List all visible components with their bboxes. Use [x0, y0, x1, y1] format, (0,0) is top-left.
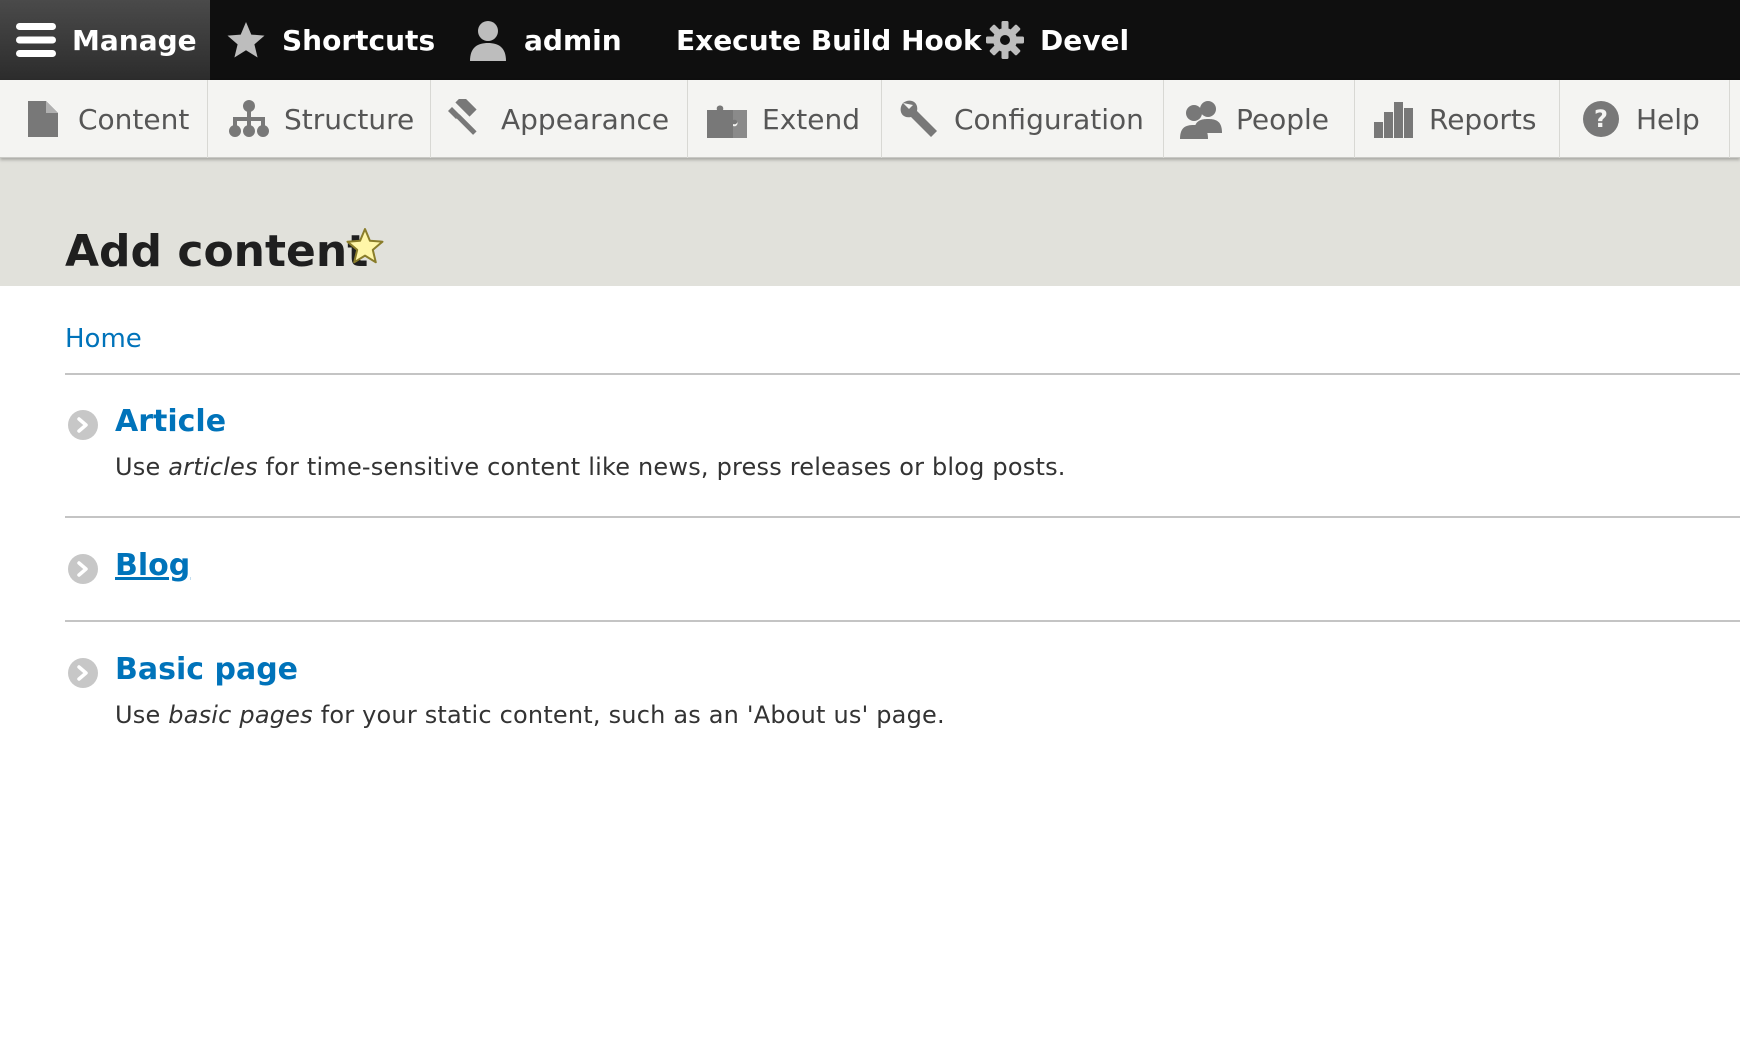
tray-item-label: Configuration — [954, 102, 1144, 136]
tray-item-structure[interactable]: Structure — [208, 80, 431, 158]
chevron-right-icon — [68, 554, 98, 584]
tray-item-configuration[interactable]: Configuration — [882, 80, 1164, 158]
content-type-description: Use articles for time-sensitive content … — [115, 453, 1066, 481]
shortcuts-label: Shortcuts — [282, 23, 436, 57]
svg-text:?: ? — [1594, 105, 1608, 133]
admin-toolbar: Manage Shortcuts admin Execute Build Hoo… — [0, 0, 1740, 80]
star-icon — [226, 20, 266, 60]
content-type-link[interactable]: Basic page — [115, 652, 298, 687]
tray-item-appearance[interactable]: Appearance — [431, 80, 688, 158]
page-header: Add content — [0, 158, 1740, 286]
manage-label: Manage — [72, 23, 197, 57]
gear-icon — [986, 21, 1024, 59]
tray-item-label: Reports — [1429, 102, 1537, 136]
hamburger-icon — [16, 23, 56, 57]
wrench-icon — [898, 98, 940, 140]
content-type-link[interactable]: Article — [115, 404, 226, 439]
breadcrumb-home-link[interactable]: Home — [65, 324, 142, 354]
chevron-right-icon — [68, 658, 98, 688]
shortcuts-button[interactable]: Shortcuts — [226, 0, 458, 80]
tray-item-people[interactable]: People — [1164, 80, 1355, 158]
build-hook-label: Execute Build Hook — [676, 23, 982, 57]
tray-item-label: Structure — [284, 102, 415, 136]
manage-button[interactable]: Manage — [0, 0, 210, 80]
bar-chart-icon — [1373, 98, 1415, 140]
devel-label: Devel — [1040, 23, 1130, 57]
tray-item-extend[interactable]: Extend — [688, 80, 882, 158]
add-to-shortcuts-star-icon[interactable] — [345, 226, 385, 266]
paint-roller-icon — [445, 98, 487, 140]
divider — [65, 373, 1740, 375]
tray-item-label: Help — [1636, 102, 1700, 136]
user-label: admin — [524, 23, 622, 57]
divider — [65, 516, 1740, 518]
puzzle-icon — [706, 98, 748, 140]
user-icon — [468, 19, 508, 61]
file-icon — [22, 98, 64, 140]
devel-button[interactable]: Devel — [986, 0, 1129, 80]
help-icon: ? — [1580, 98, 1622, 140]
content-type-description: Use basic pages for your static content,… — [115, 701, 945, 729]
divider — [65, 620, 1740, 622]
execute-build-hook-button[interactable]: Execute Build Hook — [676, 0, 986, 80]
tray-item-label: People — [1236, 102, 1330, 136]
tray-item-help[interactable]: ? Help — [1560, 80, 1730, 158]
people-icon — [1180, 98, 1222, 140]
tray-item-label: Extend — [762, 102, 860, 136]
user-button[interactable]: admin — [468, 0, 676, 80]
tray-item-reports[interactable]: Reports — [1355, 80, 1560, 158]
page-title: Add content — [65, 226, 369, 277]
tray-item-content[interactable]: Content — [0, 80, 208, 158]
tray-item-label: Content — [78, 102, 190, 136]
content-type-link[interactable]: Blog — [115, 548, 190, 583]
tray-item-label: Appearance — [501, 102, 670, 136]
admin-tray: Content Structure Appearance Extend Conf… — [0, 80, 1740, 158]
chevron-right-icon — [68, 410, 98, 440]
sitemap-icon — [228, 98, 270, 140]
